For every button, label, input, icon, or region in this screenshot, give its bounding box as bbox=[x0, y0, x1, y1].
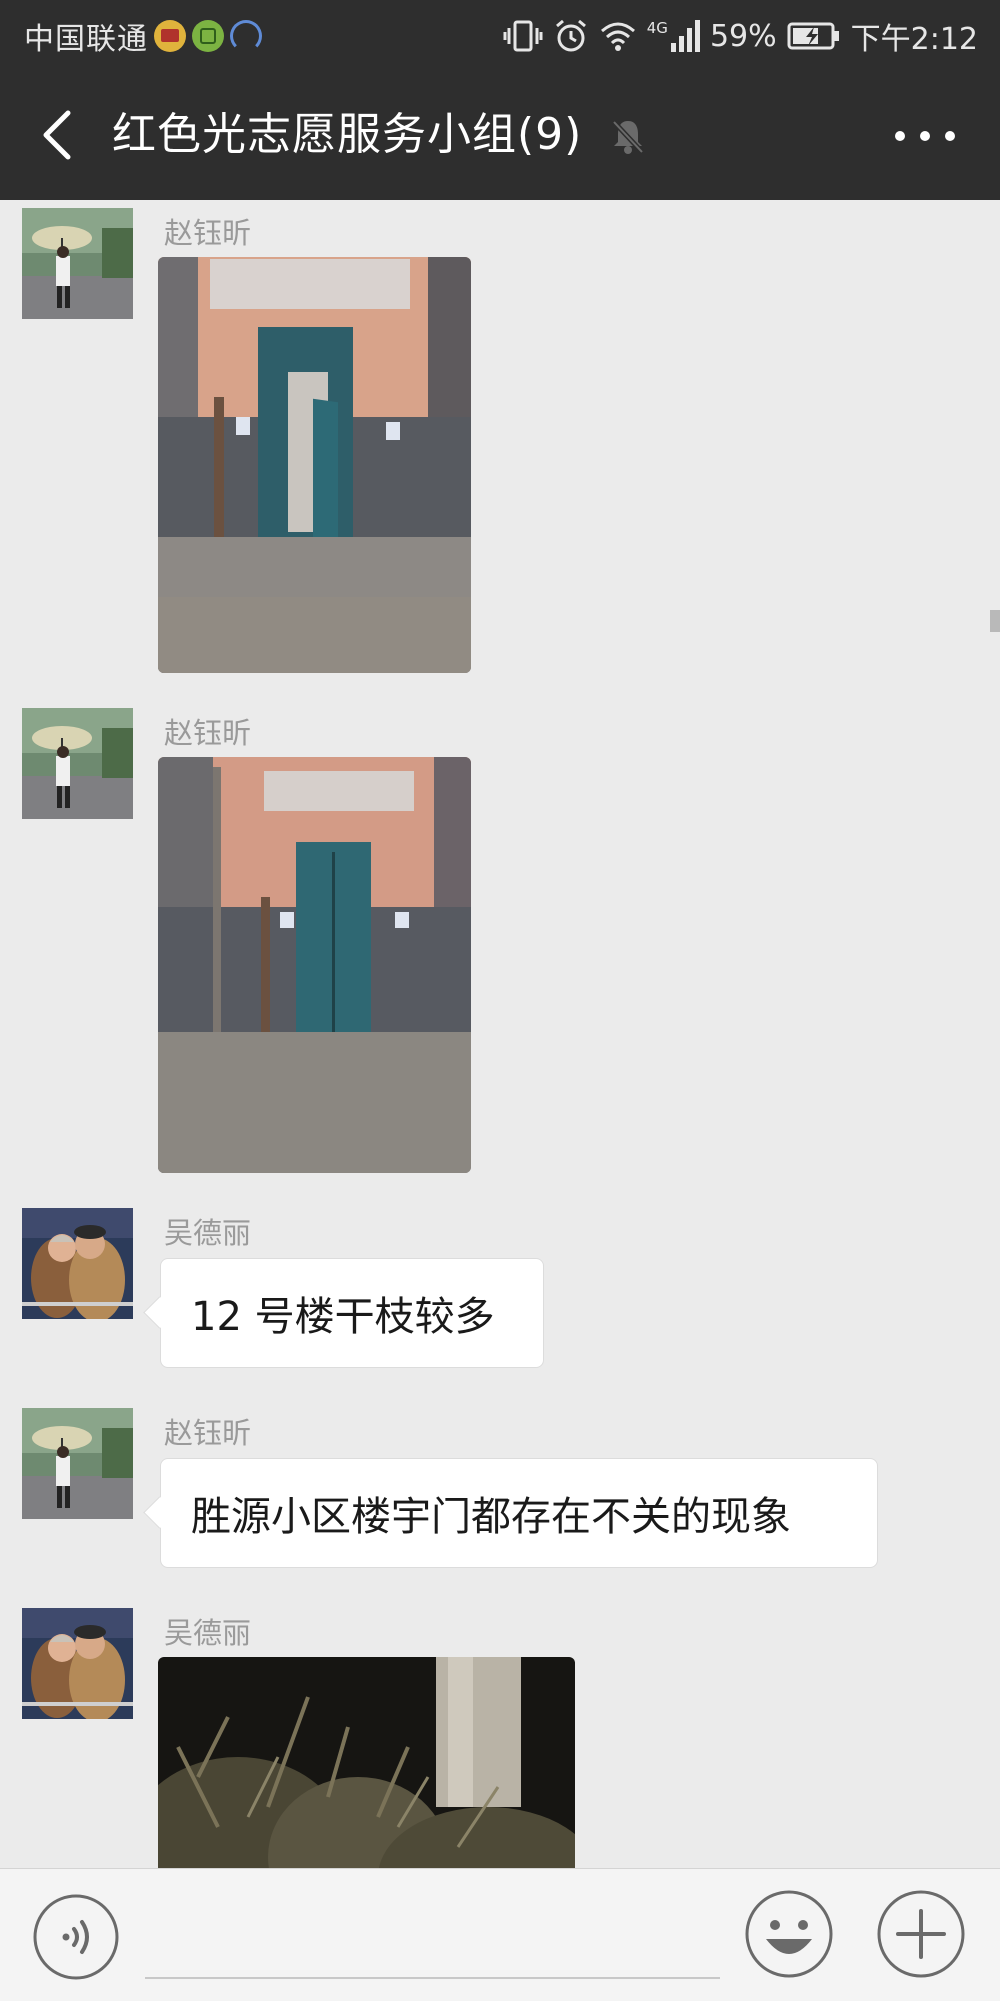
emoji-icon[interactable] bbox=[744, 1889, 834, 1979]
signal-icon bbox=[670, 20, 700, 52]
battery-icon bbox=[787, 22, 839, 50]
bell-muted-icon bbox=[612, 120, 644, 154]
input-bar bbox=[0, 1868, 1000, 2001]
app-notification-icon bbox=[192, 20, 224, 52]
voice-input-icon[interactable] bbox=[32, 1893, 120, 1981]
man-with-umbrella-avatar bbox=[22, 1408, 133, 1519]
elderly-couple-avatar bbox=[22, 1608, 133, 1719]
avatar[interactable] bbox=[22, 208, 133, 319]
battery-percent: 59% bbox=[709, 18, 777, 54]
image-message[interactable] bbox=[158, 1657, 575, 1868]
text-message-bubble[interactable]: 12 号楼干枝较多 bbox=[160, 1258, 544, 1368]
text-message-bubble[interactable]: 胜源小区楼宇门都存在不关的现象 bbox=[160, 1458, 878, 1568]
carrier-name: 中国联通 bbox=[24, 22, 148, 57]
image-message[interactable] bbox=[158, 757, 471, 1173]
sender-name: 赵钰昕 bbox=[164, 216, 252, 250]
building-entrance-photo bbox=[158, 757, 471, 1173]
sender-name: 吴德丽 bbox=[164, 1616, 252, 1650]
building-entrance-photo bbox=[158, 257, 471, 673]
message-input[interactable] bbox=[145, 1977, 720, 1979]
network-type: 4G bbox=[646, 19, 668, 37]
sender-name: 吴德丽 bbox=[164, 1216, 252, 1250]
sender-name: 赵钰昕 bbox=[164, 716, 252, 750]
back-chevron-icon[interactable] bbox=[30, 103, 90, 167]
status-bar-right: 4G 59% 下午2:12 bbox=[503, 14, 978, 58]
dry-branches-photo bbox=[158, 1657, 575, 1868]
image-message[interactable] bbox=[158, 257, 471, 673]
scroll-indicator[interactable] bbox=[990, 610, 1000, 632]
status-bar: 中国联通 4G 59% 下午2:12 bbox=[0, 0, 1000, 70]
avatar[interactable] bbox=[22, 1208, 133, 1319]
message-text: 12 号楼干枝较多 bbox=[191, 1294, 495, 1340]
wifi-icon bbox=[600, 22, 635, 51]
mail-notification-icon bbox=[154, 20, 186, 52]
alarm-icon bbox=[555, 19, 586, 52]
message-list[interactable]: 赵钰昕 赵钰昕 吴德丽 12 号楼干枝较多 赵钰昕 胜源小区楼宇门都存在不关的现… bbox=[0, 200, 1000, 1868]
man-with-umbrella-avatar bbox=[22, 708, 133, 819]
chat-title: 红色光志愿服务小组(9) bbox=[112, 109, 583, 160]
more-dots-icon[interactable] bbox=[890, 118, 960, 154]
message-text: 胜源小区楼宇门都存在不关的现象 bbox=[191, 1494, 791, 1540]
man-with-umbrella-avatar bbox=[22, 208, 133, 319]
avatar[interactable] bbox=[22, 1408, 133, 1519]
chat-header: 红色光志愿服务小组(9) bbox=[0, 70, 1000, 200]
plus-icon[interactable] bbox=[876, 1889, 966, 1979]
sender-name: 赵钰昕 bbox=[164, 1416, 252, 1450]
avatar[interactable] bbox=[22, 708, 133, 819]
elderly-couple-avatar bbox=[22, 1208, 133, 1319]
status-bar-left: 中国联通 bbox=[24, 14, 262, 58]
lock-notification-icon bbox=[230, 20, 262, 52]
clock: 下午2:12 bbox=[850, 22, 978, 57]
avatar[interactable] bbox=[22, 1608, 133, 1719]
vibrate-icon bbox=[503, 20, 543, 52]
